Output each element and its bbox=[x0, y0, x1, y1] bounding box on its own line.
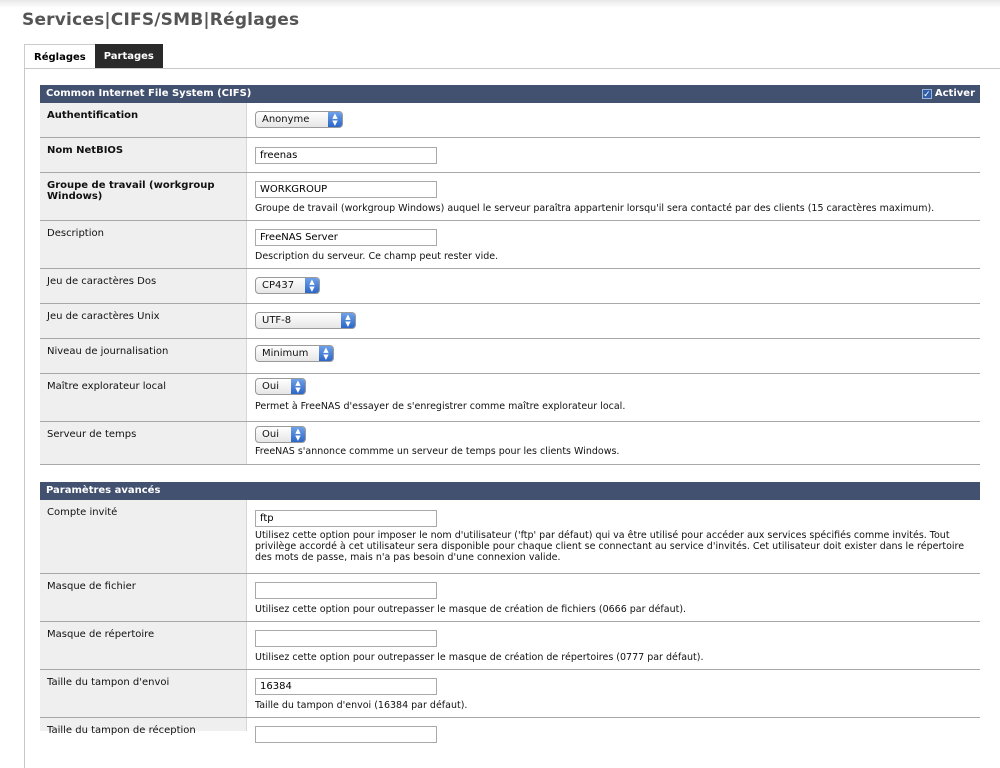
row-authentication: Authentification Anonyme ▲ ▼ bbox=[40, 103, 980, 138]
auth-label: Authentification bbox=[40, 103, 247, 137]
row-create-mask: Masque de fichier Utilisez cette option … bbox=[40, 574, 980, 622]
createmask-label: Masque de fichier bbox=[40, 574, 247, 621]
unixcharset-select-value: UTF-8 bbox=[262, 315, 292, 326]
workgroup-label: Groupe de travail (workgroup Windows) bbox=[40, 173, 247, 220]
description-label: Description bbox=[40, 221, 247, 268]
createmask-input[interactable] bbox=[255, 582, 437, 599]
row-directory-mask: Masque de répertoire Utilisez cette opti… bbox=[40, 622, 980, 670]
localmaster-label: Maître explorateur local bbox=[40, 374, 247, 421]
timesrv-select-value: Oui bbox=[262, 429, 279, 440]
guest-input[interactable]: ftp bbox=[255, 510, 437, 527]
row-netbios: Nom NetBIOS freenas bbox=[40, 138, 980, 173]
select-arrows-icon: ▲ ▼ bbox=[328, 112, 342, 127]
select-arrows-icon: ▲ ▼ bbox=[305, 278, 319, 293]
enable-toggle[interactable]: ✓ Activer bbox=[921, 85, 975, 103]
select-arrows-icon: ▲ ▼ bbox=[291, 427, 305, 442]
row-send-buffer: Taille du tampon d'envoi 16384 Taille du… bbox=[40, 670, 980, 718]
select-arrows-icon: ▲ ▼ bbox=[341, 313, 355, 328]
netbios-label: Nom NetBIOS bbox=[40, 138, 247, 172]
workgroup-help: Groupe de travail (workgroup Windows) au… bbox=[255, 203, 935, 214]
row-receive-buffer: Taille du tampon de réception bbox=[40, 718, 980, 743]
localmaster-select[interactable]: Oui ▲ ▼ bbox=[255, 378, 306, 395]
rcvbuf-input[interactable] bbox=[255, 726, 437, 743]
localmaster-help: Permet à FreeNAS d'essayer de s'enregist… bbox=[255, 401, 626, 412]
unixcharset-select[interactable]: UTF-8 ▲ ▼ bbox=[255, 312, 356, 329]
advanced-section-title: Paramètres avancés bbox=[46, 485, 161, 496]
select-arrows-icon: ▲ ▼ bbox=[319, 346, 333, 361]
tab-partages[interactable]: Partages bbox=[94, 44, 163, 69]
localmaster-select-value: Oui bbox=[262, 381, 279, 392]
dirmask-help: Utilisez cette option pour outrepasser l… bbox=[255, 652, 704, 663]
row-time-server: Serveur de temps Oui ▲ ▼ FreeNAS s'annonc… bbox=[40, 422, 980, 465]
row-local-master: Maître explorateur local Oui ▲ ▼ Permet à… bbox=[40, 374, 980, 422]
doscharset-label: Jeu de caractères Dos bbox=[40, 269, 247, 303]
workgroup-input[interactable]: WORKGROUP bbox=[255, 181, 437, 198]
createmask-help: Utilisez cette option pour outrepasser l… bbox=[255, 604, 687, 615]
description-input[interactable]: FreeNAS Server bbox=[255, 229, 437, 246]
guest-label: Compte invité bbox=[40, 500, 247, 573]
sndbuf-help: Taille du tampon d'envoi (16384 par défa… bbox=[255, 700, 468, 711]
row-log-level: Niveau de journalisation Minimum ▲ ▼ bbox=[40, 339, 980, 374]
doscharset-select-value: CP437 bbox=[262, 280, 295, 291]
loglevel-select[interactable]: Minimum ▲ ▼ bbox=[255, 345, 334, 362]
doscharset-select[interactable]: CP437 ▲ ▼ bbox=[255, 277, 320, 294]
timesrv-select[interactable]: Oui ▲ ▼ bbox=[255, 426, 306, 443]
row-unix-charset: Jeu de caractères Unix UTF-8 ▲ ▼ bbox=[40, 304, 980, 339]
tab-reglages[interactable]: Réglages bbox=[24, 44, 95, 69]
page-title: Services|CIFS/SMB|Réglages bbox=[22, 10, 300, 30]
auth-select-value: Anonyme bbox=[262, 114, 310, 125]
sndbuf-label: Taille du tampon d'envoi bbox=[40, 670, 247, 717]
select-arrows-icon: ▲ ▼ bbox=[291, 379, 305, 394]
enable-checkbox[interactable]: ✓ bbox=[921, 89, 932, 100]
tab-bar: Réglages Partages bbox=[24, 44, 163, 69]
rcvbuf-label: Taille du tampon de réception bbox=[40, 718, 247, 736]
top-shade bbox=[0, 0, 1000, 8]
timesrv-help: FreeNAS s'annonce commme un serveur de t… bbox=[255, 446, 620, 457]
dirmask-label: Masque de répertoire bbox=[40, 622, 247, 669]
loglevel-label: Niveau de journalisation bbox=[40, 339, 247, 373]
advanced-section-header: Paramètres avancés bbox=[40, 482, 980, 500]
sndbuf-input[interactable]: 16384 bbox=[255, 678, 437, 695]
cifs-section-title: Common Internet File System (CIFS) bbox=[46, 88, 252, 99]
auth-select[interactable]: Anonyme ▲ ▼ bbox=[255, 111, 343, 128]
unixcharset-label: Jeu de caractères Unix bbox=[40, 304, 247, 338]
row-description: Description FreeNAS Server Description d… bbox=[40, 221, 980, 269]
netbios-input[interactable]: freenas bbox=[255, 147, 437, 164]
cifs-section-header: Common Internet File System (CIFS) ✓ Act… bbox=[40, 85, 980, 103]
description-help: Description du serveur. Ce champ peut re… bbox=[255, 251, 499, 262]
row-guest-account: Compte invité ftp Utilisez cette option … bbox=[40, 500, 980, 574]
timesrv-label: Serveur de temps bbox=[40, 422, 247, 464]
enable-label: Activer bbox=[934, 88, 975, 99]
loglevel-select-value: Minimum bbox=[262, 348, 309, 359]
guest-help: Utilisez cette option pour imposer le no… bbox=[255, 530, 965, 563]
dirmask-input[interactable] bbox=[255, 630, 437, 647]
row-dos-charset: Jeu de caractères Dos CP437 ▲ ▼ bbox=[40, 269, 980, 304]
row-workgroup: Groupe de travail (workgroup Windows) WO… bbox=[40, 173, 980, 221]
